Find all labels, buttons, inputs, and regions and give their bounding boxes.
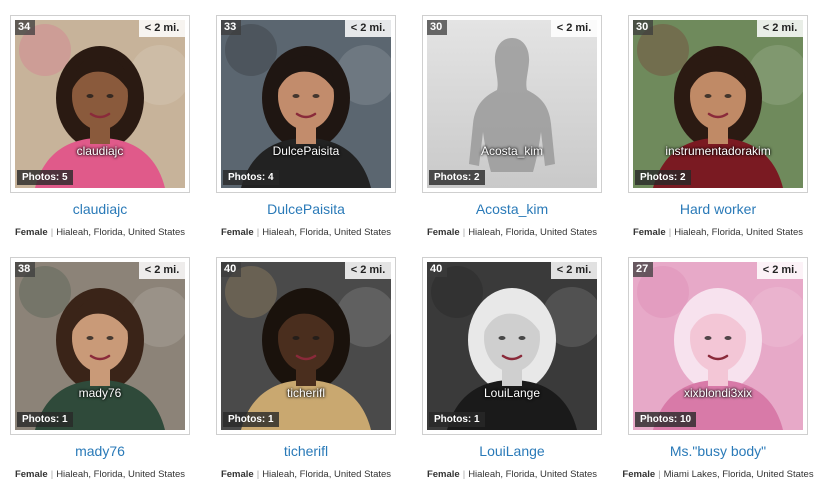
profile-photo-frame[interactable]: 40 < 2 mi. LouiLange Photos: 1 <box>422 257 602 435</box>
profile-meta: Female | Hialeah, Florida, United States <box>14 469 186 480</box>
profile-headline-link[interactable]: Ms."busy body" <box>628 443 808 459</box>
profile-photo-image <box>15 20 185 188</box>
age-badge: 33 <box>221 20 241 35</box>
profile-headline-link[interactable]: ticherifl <box>216 443 396 459</box>
profile-headline-link[interactable]: claudiajc <box>10 201 190 217</box>
distance-badge: < 2 mi. <box>757 262 803 279</box>
profile-photo-image <box>633 20 803 188</box>
gender-label: Female <box>426 227 460 238</box>
profile-meta: Female | Hialeah, Florida, United States <box>426 227 598 238</box>
photo-username: LouiLange <box>483 386 541 400</box>
gender-label: Female <box>622 469 656 480</box>
distance-badge: < 2 mi. <box>139 20 185 37</box>
photo-username: DulcePaisita <box>272 144 340 158</box>
distance-badge: < 2 mi. <box>757 20 803 37</box>
photos-count-badge: Photos: 4 <box>223 170 279 185</box>
profile-photo-image <box>427 262 597 430</box>
location-label: Hialeah, Florida, United States <box>56 469 186 480</box>
photos-count-badge: Photos: 5 <box>17 170 73 185</box>
age-badge: 34 <box>15 20 35 35</box>
profile-photo-frame[interactable]: 38 < 2 mi. mady76 Photos: 1 <box>10 257 190 435</box>
profile-photo-frame[interactable]: 27 < 2 mi. xixblondi3xix Photos: 10 <box>628 257 808 435</box>
location-label: Hialeah, Florida, United States <box>674 227 804 238</box>
profile-grid: 34 < 2 mi. claudiajc Photos: 5 claudiajc… <box>0 0 820 497</box>
profile-card[interactable]: 30 < 2 mi. Acosta_kim Photos: 2 Acosta_k… <box>422 15 602 255</box>
profile-photo-frame[interactable]: 30 < 2 mi. Acosta_kim Photos: 2 <box>422 15 602 193</box>
profile-headline-link[interactable]: mady76 <box>10 443 190 459</box>
location-label: Hialeah, Florida, United States <box>468 469 598 480</box>
profile-meta: Female | Hialeah, Florida, United States <box>426 469 598 480</box>
profile-photo-frame[interactable]: 30 < 2 mi. instrumentadorakim Photos: 2 <box>628 15 808 193</box>
photos-count-badge: Photos: 2 <box>429 170 485 185</box>
profile-photo-image <box>15 262 185 430</box>
photo-username: claudiajc <box>76 144 124 158</box>
profile-card[interactable]: 27 < 2 mi. xixblondi3xix Photos: 10 Ms."… <box>622 257 814 497</box>
age-badge: 27 <box>633 262 653 277</box>
location-label: Hialeah, Florida, United States <box>468 227 598 238</box>
photo-username: xixblondi3xix <box>683 386 753 400</box>
profile-meta: Female | Hialeah, Florida, United States <box>14 227 186 238</box>
profile-photo[interactable]: 34 < 2 mi. claudiajc Photos: 5 <box>15 20 185 188</box>
profile-photo[interactable]: 40 < 2 mi. ticherifl Photos: 1 <box>221 262 391 430</box>
profile-card[interactable]: 30 < 2 mi. instrumentadorakim Photos: 2 … <box>628 15 808 255</box>
profile-meta: Female | Miami Lakes, Florida, United Stat… <box>622 469 814 480</box>
photo-username: Acosta_kim <box>480 144 544 158</box>
profile-card[interactable]: 33 < 2 mi. DulcePaisita Photos: 4 DulceP… <box>216 15 396 255</box>
age-badge: 40 <box>427 262 447 277</box>
profile-photo[interactable]: 27 < 2 mi. xixblondi3xix Photos: 10 <box>633 262 803 430</box>
photos-count-badge: Photos: 10 <box>635 412 697 427</box>
age-badge: 30 <box>633 20 653 35</box>
profile-photo-frame[interactable]: 34 < 2 mi. claudiajc Photos: 5 <box>10 15 190 193</box>
profile-photo[interactable]: 30 < 2 mi. Acosta_kim Photos: 2 <box>427 20 597 188</box>
profile-card[interactable]: 40 < 2 mi. ticherifl Photos: 1 ticherifl… <box>216 257 396 497</box>
profile-headline-link[interactable]: Acosta_kim <box>422 201 602 217</box>
profile-headline-link[interactable]: LouiLange <box>422 443 602 459</box>
profile-meta: Female | Hialeah, Florida, United States <box>220 227 392 238</box>
profile-photo[interactable]: 38 < 2 mi. mady76 Photos: 1 <box>15 262 185 430</box>
profile-photo-frame[interactable]: 40 < 2 mi. ticherifl Photos: 1 <box>216 257 396 435</box>
photos-count-badge: Photos: 2 <box>635 170 691 185</box>
profile-photo-image <box>633 262 803 430</box>
photo-username: mady76 <box>78 386 122 400</box>
location-label: Hialeah, Florida, United States <box>262 469 392 480</box>
profile-card[interactable]: 40 < 2 mi. LouiLange Photos: 1 LouiLange… <box>422 257 602 497</box>
location-label: Hialeah, Florida, United States <box>56 227 186 238</box>
profile-photo-placeholder <box>427 20 597 188</box>
location-label: Hialeah, Florida, United States <box>262 227 392 238</box>
profile-photo-image <box>221 262 391 430</box>
profile-card[interactable]: 38 < 2 mi. mady76 Photos: 1 mady76 Femal… <box>10 257 190 497</box>
profile-photo-frame[interactable]: 33 < 2 mi. DulcePaisita Photos: 4 <box>216 15 396 193</box>
photo-username: ticherifl <box>286 386 325 400</box>
profile-photo[interactable]: 40 < 2 mi. LouiLange Photos: 1 <box>427 262 597 430</box>
gender-label: Female <box>220 227 254 238</box>
distance-badge: < 2 mi. <box>551 20 597 37</box>
age-badge: 38 <box>15 262 35 277</box>
profile-headline-link[interactable]: Hard worker <box>628 201 808 217</box>
photos-count-badge: Photos: 1 <box>223 412 279 427</box>
gender-label: Female <box>632 227 666 238</box>
profile-meta: Female | Hialeah, Florida, United States <box>220 469 392 480</box>
distance-badge: < 2 mi. <box>345 262 391 279</box>
profile-photo[interactable]: 30 < 2 mi. instrumentadorakim Photos: 2 <box>633 20 803 188</box>
profile-headline-link[interactable]: DulcePaisita <box>216 201 396 217</box>
profile-card[interactable]: 34 < 2 mi. claudiajc Photos: 5 claudiajc… <box>10 15 190 255</box>
gender-label: Female <box>426 469 460 480</box>
photos-count-badge: Photos: 1 <box>17 412 73 427</box>
photo-username: instrumentadorakim <box>665 144 771 158</box>
photos-count-badge: Photos: 1 <box>429 412 485 427</box>
profile-photo[interactable]: 33 < 2 mi. DulcePaisita Photos: 4 <box>221 20 391 188</box>
profile-photo-image <box>221 20 391 188</box>
distance-badge: < 2 mi. <box>551 262 597 279</box>
age-badge: 40 <box>221 262 241 277</box>
gender-label: Female <box>14 227 48 238</box>
distance-badge: < 2 mi. <box>345 20 391 37</box>
distance-badge: < 2 mi. <box>139 262 185 279</box>
location-label: Miami Lakes, Florida, United States <box>663 469 814 480</box>
age-badge: 30 <box>427 20 447 35</box>
gender-label: Female <box>220 469 254 480</box>
profile-meta: Female | Hialeah, Florida, United States <box>632 227 804 238</box>
gender-label: Female <box>14 469 48 480</box>
